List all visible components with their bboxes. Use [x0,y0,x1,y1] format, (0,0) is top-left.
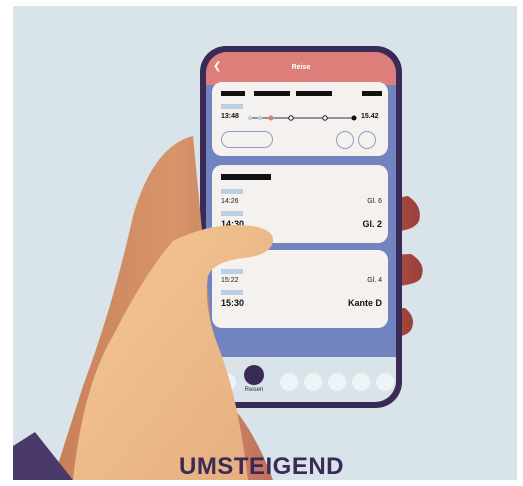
caption-title: UMSTEIGEND [178,453,344,480]
hand [13,136,274,480]
illustration: ❮ Reise 13:48 15.42 14:26 Gl. 6 14:30 Gl… [0,0,523,486]
scene-background: ❮ Reise 13:48 15.42 14:26 Gl. 6 14:30 Gl… [13,6,517,480]
